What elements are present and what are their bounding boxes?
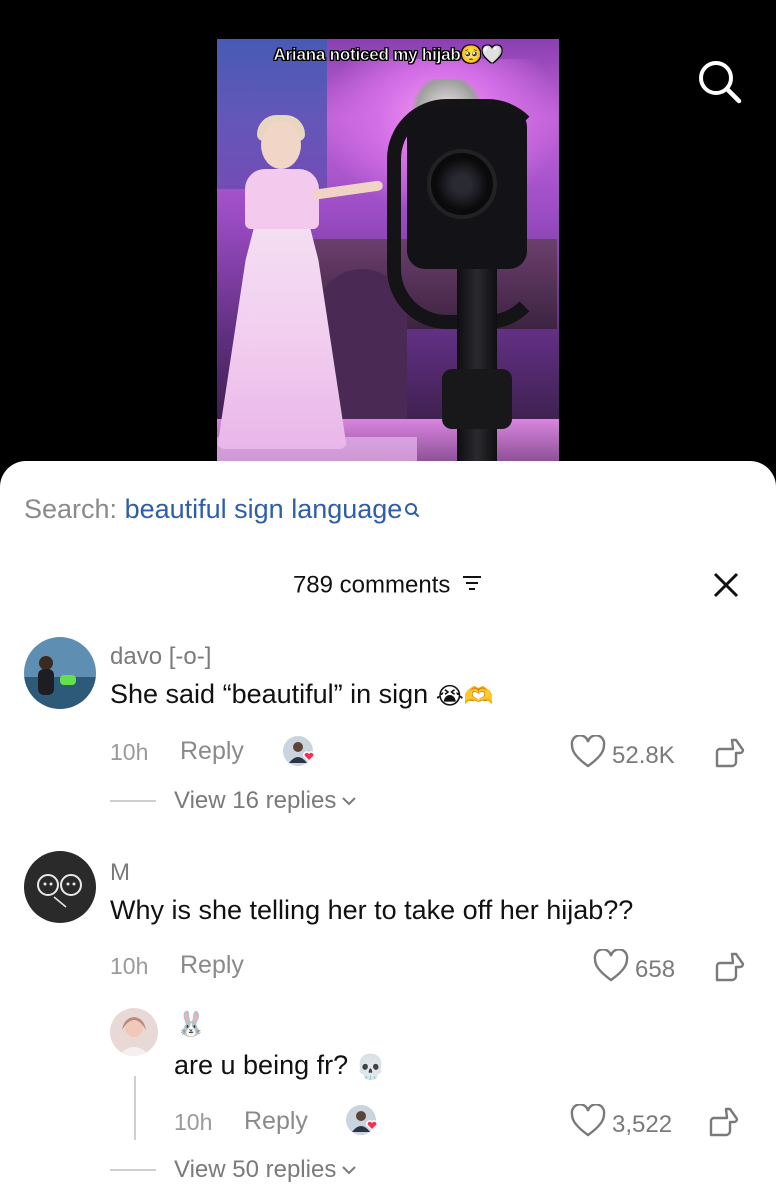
comment-item: davo [-o-] She said “beautiful” in sign … (0, 637, 776, 837)
close-icon[interactable] (710, 569, 742, 601)
comment-text-content: She said “beautiful” in sign (110, 679, 429, 709)
reply-timestamp: 10h (174, 1109, 213, 1135)
like-button[interactable]: 3,522 (570, 1103, 673, 1145)
creator-liked-icon (345, 1104, 381, 1140)
reply-text: are u being fr? 💀 (174, 1050, 386, 1081)
reply-text-content: are u being fr? (174, 1050, 349, 1080)
reply-username[interactable]: 🐰 (176, 1010, 206, 1038)
comment-text: She said “beautiful” in sign 😭🫶 (110, 679, 494, 710)
search-prefix: Search: (24, 494, 118, 524)
video-area: Ariana noticed my hijab🥺🤍 (0, 0, 776, 480)
chevron-down-icon (342, 797, 357, 806)
avatar[interactable] (24, 851, 96, 923)
dislike-icon[interactable] (712, 951, 746, 985)
heart-icon (593, 948, 629, 990)
video-camera-base (442, 369, 512, 429)
like-button[interactable]: 52.8K (570, 734, 675, 776)
video-camera-lens (427, 149, 497, 219)
reply-item: 🐰 are u being fr? 💀 10h Reply 3,522 View… (0, 1006, 776, 1200)
video-performer-bodice (245, 169, 319, 229)
divider (110, 1169, 156, 1171)
dislike-icon[interactable] (706, 1106, 740, 1140)
avatar[interactable] (110, 1008, 158, 1056)
divider (110, 800, 156, 802)
comments-count-label: 789 comments (292, 571, 451, 599)
comments-header: 789 comments (0, 569, 776, 609)
creator-liked-icon (282, 735, 318, 771)
like-count: 52.8K (612, 741, 675, 769)
sort-icon[interactable] (461, 572, 483, 600)
chevron-down-icon (342, 1166, 357, 1175)
like-count: 658 (635, 955, 676, 983)
video-caption: Ariana noticed my hijab🥺🤍 (273, 45, 503, 65)
video-player[interactable]: Ariana noticed my hijab🥺🤍 (217, 39, 559, 479)
dislike-icon[interactable] (712, 737, 746, 771)
comment-username[interactable]: M (110, 859, 130, 887)
comment-timestamp: 10h (110, 739, 149, 765)
search-icon[interactable] (696, 58, 744, 106)
reply-button[interactable]: Reply (180, 951, 244, 980)
skull-emoji: 💀 (355, 1052, 386, 1081)
search-suggestion[interactable]: Search: beautiful sign language (24, 494, 420, 527)
heart-icon (570, 1103, 606, 1145)
comments-count: 789 comments (0, 571, 776, 600)
comments-sheet: Search: beautiful sign language 789 comm… (0, 461, 776, 1200)
reply-button[interactable]: Reply (180, 737, 244, 766)
comment-text: Why is she telling her to take off her h… (110, 895, 634, 925)
avatar[interactable] (24, 637, 96, 709)
search-query-link[interactable]: beautiful sign language (125, 494, 403, 524)
search-small-icon (404, 496, 420, 527)
view-replies-label: View 16 replies (174, 787, 337, 814)
thread-line (134, 1076, 136, 1140)
comment-item: M Why is she telling her to take off her… (0, 851, 776, 991)
heart-icon (570, 734, 606, 776)
view-replies-label: View 50 replies (174, 1156, 337, 1183)
comment-timestamp: 10h (110, 953, 149, 979)
like-count: 3,522 (612, 1110, 673, 1138)
comment-username[interactable]: davo [-o-] (110, 643, 211, 671)
view-replies-button[interactable]: View 16 replies (110, 787, 358, 815)
view-replies-button[interactable]: View 50 replies (110, 1156, 358, 1184)
reply-button[interactable]: Reply (244, 1107, 308, 1136)
like-button[interactable]: 658 (593, 948, 676, 990)
video-performer-head (261, 121, 301, 169)
comment-emojis: 😭🫶 (435, 681, 494, 710)
